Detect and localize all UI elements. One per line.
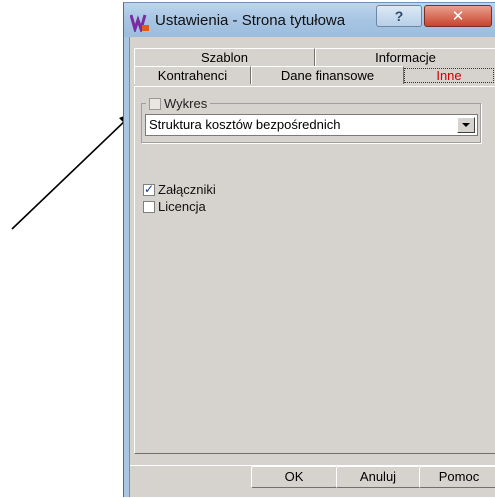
dialog-client-area: Szablon Informacje Kontrahenci Dane fina… bbox=[129, 37, 495, 497]
close-button[interactable]: ✕ bbox=[424, 5, 492, 27]
ok-button[interactable]: OK bbox=[251, 466, 337, 488]
chart-type-select[interactable]: Struktura kosztów bezpośrednich bbox=[145, 114, 478, 136]
chart-type-value: Struktura kosztów bezpośrednich bbox=[149, 117, 341, 132]
cancel-button[interactable]: Anuluj bbox=[336, 466, 420, 488]
tab-inne[interactable]: Inne bbox=[404, 68, 494, 83]
tab-szablon[interactable]: Szablon bbox=[134, 48, 315, 66]
license-checkbox[interactable] bbox=[143, 200, 155, 213]
tab-dane-finansowe[interactable]: Dane finansowe bbox=[251, 66, 404, 84]
chart-groupbox: Wykres Struktura kosztów bezpośrednich bbox=[141, 96, 481, 143]
window-title: Ustawienia - Strona tytułowa bbox=[155, 12, 346, 29]
attachments-label: Załączniki bbox=[158, 182, 216, 197]
tab-page-inne: Wykres Struktura kosztów bezpośrednich ✓… bbox=[134, 86, 495, 454]
license-label: Licencja bbox=[158, 199, 206, 214]
chart-group-legend: Wykres bbox=[146, 96, 211, 111]
dialog-button-bar: OK Anuluj Pomoc bbox=[130, 465, 495, 498]
chart-checkbox[interactable] bbox=[149, 97, 161, 110]
settings-dialog: Ustawienia - Strona tytułowa ? ✕ Szablon… bbox=[123, 2, 495, 497]
checkmark-icon: ✓ bbox=[144, 181, 155, 196]
help-title-button[interactable]: ? bbox=[376, 5, 422, 27]
help-button[interactable]: Pomoc bbox=[419, 466, 495, 488]
tab-row-top: Szablon Informacje bbox=[134, 48, 495, 66]
attachments-checkbox[interactable]: ✓ bbox=[143, 181, 155, 196]
attachments-option[interactable]: ✓ Załączniki bbox=[143, 182, 216, 197]
tab-row-bottom: Kontrahenci Dane finansowe Inne bbox=[134, 66, 495, 84]
dropdown-arrow-icon[interactable] bbox=[457, 117, 475, 133]
app-logo-icon bbox=[130, 14, 149, 32]
chart-group-label: Wykres bbox=[164, 96, 208, 111]
license-option[interactable]: Licencja bbox=[143, 199, 206, 214]
title-bar[interactable]: Ustawienia - Strona tytułowa ? ✕ bbox=[124, 3, 495, 37]
tab-kontrahenci[interactable]: Kontrahenci bbox=[134, 66, 251, 84]
tab-informacje[interactable]: Informacje bbox=[315, 48, 495, 66]
